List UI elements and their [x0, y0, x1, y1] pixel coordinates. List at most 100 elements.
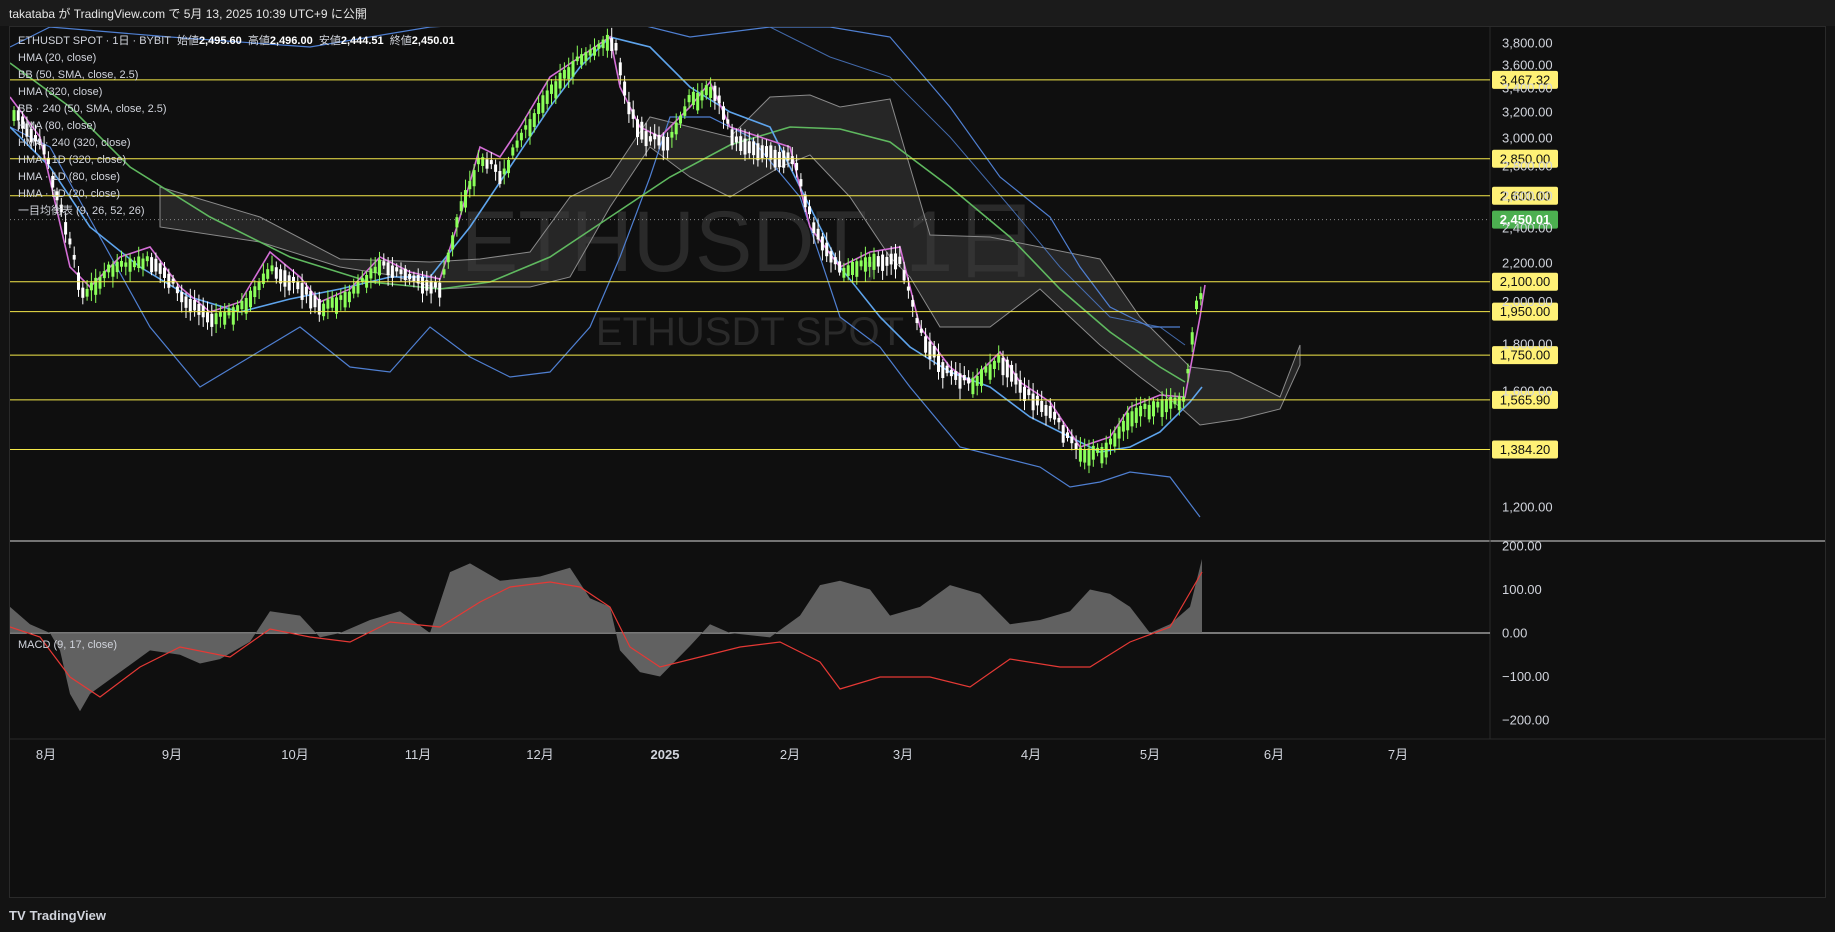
indicator-legend-item[interactable]: HMA (320, close)	[18, 84, 455, 101]
candle-body	[137, 256, 141, 269]
candle-body	[1186, 368, 1190, 374]
time-axis-tick: 3月	[893, 747, 913, 762]
candle-body	[558, 72, 562, 89]
candle-body	[631, 109, 635, 119]
candle-body	[472, 170, 476, 187]
close-value: 2,450.01	[411, 35, 455, 47]
candle-body	[231, 307, 235, 325]
candle-body	[386, 262, 390, 276]
candle-body	[541, 95, 545, 113]
candle-body	[941, 362, 945, 379]
candle-body	[313, 295, 317, 308]
tradingview-logo[interactable]: TV TradingView	[9, 908, 106, 923]
candle-body	[924, 336, 928, 353]
candle-body	[124, 262, 128, 267]
candle-body	[812, 222, 816, 234]
candle-body	[1199, 293, 1203, 300]
candle-body	[1121, 420, 1125, 432]
candle-body	[640, 121, 644, 140]
candle-body	[132, 260, 136, 268]
candle-body	[163, 267, 166, 278]
candle-body	[919, 328, 923, 333]
candle-body	[859, 260, 863, 267]
candle-body	[287, 275, 291, 291]
indicator-legend-item[interactable]: HMA · 1D (20, close)	[18, 186, 455, 203]
candle-body	[928, 341, 932, 360]
chart-pane[interactable]: ETHUSDT, 1日 ETHUSDT SPOT 3,467.32 2,850.00 2…	[9, 26, 1826, 898]
indicator-legend-item[interactable]: 一目均衡表 (9, 26, 52, 26)	[18, 203, 455, 220]
candle-body	[309, 290, 313, 309]
candle-body	[937, 354, 940, 372]
macd-axis-tick: −200.00	[1502, 713, 1549, 728]
candle-body	[610, 38, 614, 52]
candle-body	[330, 297, 334, 308]
candle-body	[120, 260, 123, 267]
macd-axis-tick: 0.00	[1502, 626, 1527, 641]
candle-body	[1091, 445, 1095, 460]
candle-body	[825, 242, 829, 257]
time-axis-tick: 11月	[405, 747, 432, 762]
candle-body	[636, 119, 639, 137]
candle-body	[734, 136, 738, 143]
candle-body	[975, 375, 979, 386]
candle-body	[390, 265, 394, 278]
publisher-header: takataba が TradingView.com で 5月 13, 2025…	[0, 0, 1835, 26]
candle-body	[270, 265, 274, 272]
candle-body	[1070, 436, 1074, 444]
candle-body	[838, 261, 842, 273]
candle-body	[997, 354, 1001, 363]
candle-body	[218, 312, 222, 317]
candle-body	[881, 254, 885, 271]
candle-body	[550, 84, 553, 94]
indicator-legend-item[interactable]: HMA · 240 (320, close)	[18, 135, 455, 152]
indicator-legend-item[interactable]: HMA (80, close)	[18, 118, 455, 135]
candle-body	[756, 143, 760, 161]
candle-body	[85, 288, 89, 297]
candle-body	[468, 180, 472, 190]
indicator-legend-item[interactable]: BB (50, SMA, close, 2.5)	[18, 67, 455, 84]
candle-body	[98, 276, 102, 289]
symbol-label[interactable]: ETHUSDT SPOT · 1日 · BYBIT	[18, 35, 171, 47]
candle-body	[833, 257, 837, 265]
candle-body	[747, 141, 751, 154]
candle-body	[421, 277, 424, 294]
candle-body	[554, 81, 558, 99]
candle-body	[1057, 418, 1061, 423]
ohlc-line: ETHUSDT SPOT · 1日 · BYBIT 始値2,495.60 高値2…	[18, 33, 455, 50]
candle-body	[679, 115, 682, 124]
candle-body	[722, 106, 725, 120]
indicator-legend-item[interactable]: HMA · 1D (320, close)	[18, 152, 455, 169]
candle-body	[12, 110, 16, 121]
candle-body	[399, 269, 403, 275]
candle-body	[502, 168, 506, 175]
price-axis-tick: 2,200.00	[1502, 256, 1553, 271]
indicator-legend-item[interactable]: HMA (20, close)	[18, 50, 455, 67]
candle-body	[752, 141, 756, 156]
macd-legend[interactable]: MACD (9, 17, close)	[18, 639, 117, 651]
candle-body	[816, 228, 820, 240]
candle-body	[593, 46, 596, 56]
candle-body	[713, 85, 717, 101]
candle-body	[614, 43, 618, 51]
candle-body	[571, 61, 575, 77]
watermark-subtitle: ETHUSDT SPOT	[596, 310, 904, 354]
candle-body	[455, 217, 459, 228]
candle-body	[1195, 300, 1198, 310]
candle-body	[1160, 399, 1164, 417]
candle-body	[851, 261, 854, 276]
time-axis-tick: 10月	[281, 747, 308, 762]
candle-body	[1087, 448, 1091, 466]
candle-body	[1044, 405, 1048, 416]
candle-body	[670, 131, 674, 138]
candle-body	[868, 256, 872, 267]
candle-body	[107, 264, 111, 273]
candle-body	[261, 273, 265, 284]
candle-body	[911, 300, 915, 307]
candle-body	[446, 252, 450, 263]
candle-body	[902, 270, 906, 281]
indicator-legend-item[interactable]: HMA · 1D (80, close)	[18, 169, 455, 186]
indicator-list: HMA (20, close) BB (50, SMA, close, 2.5) H…	[18, 50, 455, 220]
candle-body	[171, 278, 175, 284]
candle-body	[971, 377, 975, 395]
indicator-legend-item[interactable]: BB · 240 (50, SMA, close, 2.5)	[18, 101, 455, 118]
